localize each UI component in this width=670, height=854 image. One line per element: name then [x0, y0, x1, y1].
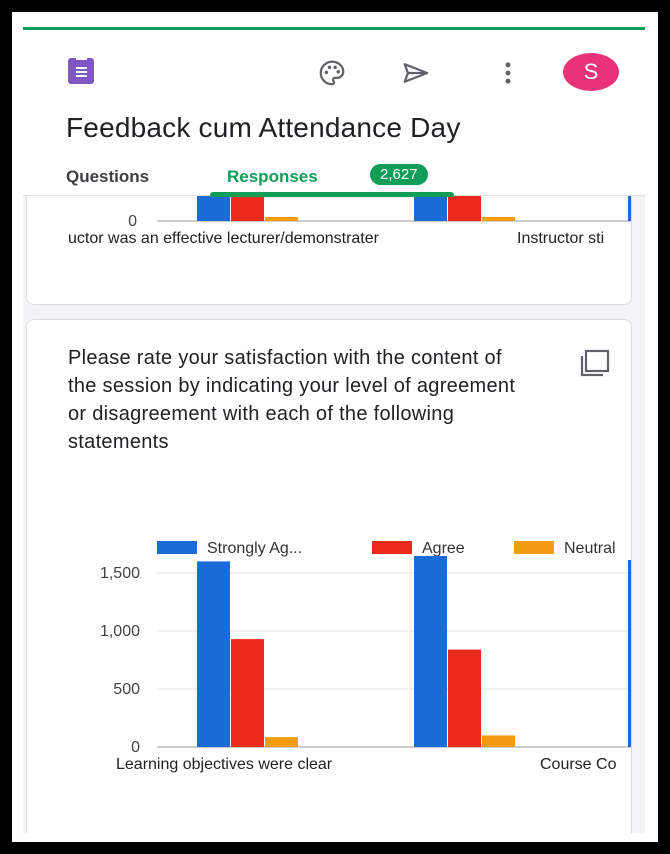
legend-swatch-0 — [157, 541, 197, 554]
y-tick-label: 0 — [131, 739, 140, 756]
top-category-label-1: uctor was an effective lecturer/demonstr… — [68, 230, 380, 247]
bar-1-0 — [414, 556, 447, 747]
y-tick-label: 1,500 — [100, 565, 140, 582]
top-bar-6 — [482, 217, 515, 221]
category-label-1: Course Co — [540, 756, 617, 773]
form-title: Feedback cum Attendance Day — [66, 112, 461, 143]
account-avatar[interactable]: S — [563, 53, 619, 91]
tab-questions[interactable]: Questions — [66, 167, 149, 187]
app-screen: 0 uctor was an effective lecturer/demons… — [23, 27, 645, 833]
top-category-label-2: Instructor sti — [517, 230, 604, 247]
app-header: S Feedback cum Attendance Day Questions … — [23, 30, 645, 197]
bar-partial-edge — [628, 560, 631, 747]
legend-label-1: Agree — [422, 540, 465, 557]
forms-logo-icon[interactable] — [68, 58, 94, 84]
more-vert-icon[interactable] — [493, 58, 523, 88]
legend-label-2: Neutral — [564, 540, 616, 557]
bar-1-1 — [448, 649, 481, 747]
top-chart-zero-label: 0 — [128, 213, 137, 230]
category-label-0: Learning objectives were clear — [116, 756, 333, 773]
responses-bar-chart: 0 500 1,000 1,500 Strongly Ag... Agree Neutral… — [100, 540, 631, 773]
palette-icon[interactable] — [317, 58, 347, 88]
legend-swatch-2 — [514, 541, 554, 554]
send-icon[interactable] — [401, 58, 431, 88]
bar-1-2 — [482, 735, 515, 747]
active-tab-indicator — [210, 192, 454, 197]
question-card: Please rate your satisfaction with the c… — [26, 319, 632, 833]
y-tick-label: 500 — [113, 681, 140, 698]
y-tick-label: 1,000 — [100, 623, 140, 640]
bar-0-0 — [197, 561, 230, 747]
legend-label-0: Strongly Ag... — [207, 540, 302, 557]
bar-0-1 — [231, 639, 264, 747]
legend-swatch-1 — [372, 541, 412, 554]
bar-0-2 — [265, 737, 298, 747]
responses-count-badge: 2,627 — [370, 164, 428, 185]
tab-responses[interactable]: Responses — [227, 167, 318, 187]
top-bar-3 — [265, 217, 298, 221]
